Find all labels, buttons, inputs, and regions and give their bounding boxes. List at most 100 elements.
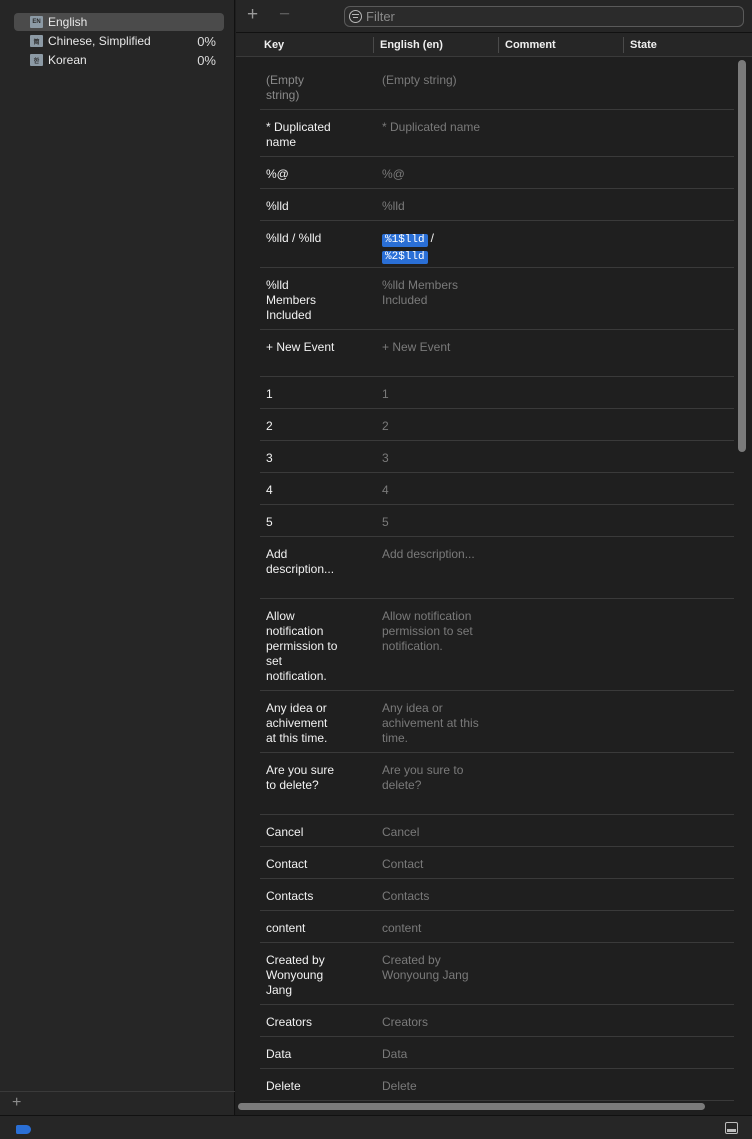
table-row[interactable]: content content	[260, 911, 734, 943]
row-key[interactable]: 1	[266, 387, 366, 402]
table-header: Key English (en) Comment State	[236, 33, 752, 57]
table-row[interactable]: %lld %lld	[260, 189, 734, 221]
row-key[interactable]: Add description...	[266, 547, 366, 577]
row-translation[interactable]: %@	[382, 167, 494, 182]
remove-key-button[interactable]: −	[279, 5, 290, 25]
row-key[interactable]: Creators	[266, 1015, 366, 1030]
row-translation[interactable]: 4	[382, 483, 494, 498]
row-key[interactable]: Data	[266, 1047, 366, 1062]
language-label: Korean	[48, 53, 87, 67]
row-translation[interactable]: Contacts	[382, 889, 494, 904]
row-translation[interactable]: 2	[382, 419, 494, 434]
table-row[interactable]: Created by Wonyoung Jang Created by Wonyo…	[260, 943, 734, 1005]
row-key[interactable]: * Duplicated name	[266, 120, 366, 150]
row-translation[interactable]: %lld	[382, 199, 494, 214]
language-percent: 0%	[197, 33, 216, 49]
vertical-scrollbar[interactable]	[738, 60, 746, 452]
row-key[interactable]: Any idea or achivement at this time.	[266, 701, 366, 746]
row-key[interactable]: Contact	[266, 857, 366, 872]
row-translation[interactable]: Creators	[382, 1015, 494, 1030]
table-row[interactable]: Contacts Contacts	[260, 879, 734, 911]
row-translation[interactable]: Created by Wonyoung Jang	[382, 953, 494, 983]
row-translation[interactable]: 1	[382, 387, 494, 402]
sidebar-item-english[interactable]: EN English	[14, 13, 224, 31]
row-key[interactable]: 3	[266, 451, 366, 466]
table-row[interactable]: 33	[260, 441, 734, 473]
row-key[interactable]: %lld	[266, 199, 366, 214]
row-key[interactable]: 5	[266, 515, 366, 530]
table-row[interactable]: %lld Members Included %lld Members Includ…	[260, 268, 734, 330]
column-header-comment[interactable]: Comment	[505, 39, 556, 51]
table-row[interactable]: %lld / %lld %1$lld / %2$lld	[260, 221, 734, 268]
flag-icon: EN	[30, 16, 43, 28]
filter-field[interactable]	[344, 6, 744, 27]
sidebar-item-korean[interactable]: 한 Korean 0%	[14, 51, 224, 69]
table-row[interactable]: * Duplicated name * Duplicated name	[260, 110, 734, 157]
format-token: %1$lld	[382, 234, 428, 247]
table-row[interactable]: Creators Creators	[260, 1005, 734, 1037]
row-translation[interactable]: 5	[382, 515, 494, 530]
row-key[interactable]: Allow notification permission to set not…	[266, 609, 366, 684]
row-key[interactable]: %lld Members Included	[266, 278, 366, 323]
sidebar-footer: +	[0, 1091, 235, 1115]
row-translation[interactable]: %1$lld / %2$lld	[382, 231, 494, 265]
row-translation[interactable]: * Duplicated name	[382, 120, 494, 135]
row-key[interactable]: 2	[266, 419, 366, 434]
add-key-button[interactable]: +	[247, 5, 258, 25]
row-translation[interactable]: Add description...	[382, 547, 494, 562]
row-translation[interactable]: (Empty string)	[382, 73, 494, 88]
table-row[interactable]: Cancel Cancel	[260, 815, 734, 847]
column-header-key[interactable]: Key	[264, 39, 284, 51]
table-row[interactable]: %@ %@	[260, 157, 734, 189]
column-header-english[interactable]: English (en)	[380, 39, 443, 51]
row-key[interactable]: Are you sure to delete?	[266, 763, 366, 793]
string-catalog-editor: + − Key English (en) Comment State (Empt…	[236, 0, 752, 1115]
column-divider[interactable]	[373, 37, 374, 53]
row-key[interactable]: Delete	[266, 1079, 366, 1094]
row-key[interactable]: %lld / %lld	[266, 231, 366, 246]
row-translation[interactable]: %lld Members Included	[382, 278, 494, 308]
row-translation[interactable]: Cancel	[382, 825, 494, 840]
row-translation[interactable]: Delete	[382, 1079, 494, 1094]
row-key[interactable]: content	[266, 921, 366, 936]
toggle-panel-icon[interactable]	[725, 1122, 738, 1134]
row-key[interactable]: %@	[266, 167, 366, 182]
table-row[interactable]: Data Data	[260, 1037, 734, 1069]
row-translation[interactable]: Allow notification permission to set not…	[382, 609, 494, 654]
source-control-badge[interactable]	[16, 1125, 31, 1134]
column-header-state[interactable]: State	[630, 39, 657, 51]
table-row[interactable]: (Empty string) (Empty string)	[260, 63, 734, 110]
row-translation[interactable]: Contact	[382, 857, 494, 872]
row-translation[interactable]: Any idea or achivement at this time.	[382, 701, 494, 746]
separator-text: /	[430, 231, 434, 245]
row-key[interactable]: 4	[266, 483, 366, 498]
horizontal-scrollbar[interactable]	[238, 1103, 705, 1110]
table-row[interactable]: Any idea or achivement at this time. Any …	[260, 691, 734, 753]
table-row[interactable]: + New Event + New Event	[260, 330, 734, 377]
table-row[interactable]: 11	[260, 377, 734, 409]
add-language-button[interactable]: +	[12, 1094, 21, 1112]
row-key[interactable]: (Empty string)	[266, 73, 366, 103]
table-row[interactable]: Add description... Add description...	[260, 537, 734, 599]
row-key[interactable]: Cancel	[266, 825, 366, 840]
column-divider[interactable]	[623, 37, 624, 53]
table-row[interactable]: Are you sure to delete? Are you sure to d…	[260, 753, 734, 815]
table-row[interactable]: Contact Contact	[260, 847, 734, 879]
sidebar-item-chinese-simplified[interactable]: 简 Chinese, Simplified 0%	[14, 32, 224, 50]
table-row[interactable]: Allow notification permission to set not…	[260, 599, 734, 691]
row-translation[interactable]: + New Event	[382, 340, 494, 355]
column-divider[interactable]	[498, 37, 499, 53]
row-key[interactable]: + New Event	[266, 340, 366, 355]
table-row[interactable]: 55	[260, 505, 734, 537]
row-translation[interactable]: content	[382, 921, 494, 936]
row-translation[interactable]: Data	[382, 1047, 494, 1062]
filter-input[interactable]	[366, 9, 726, 24]
row-key[interactable]: Contacts	[266, 889, 366, 904]
row-key[interactable]: Created by Wonyoung Jang	[266, 953, 366, 998]
table-row[interactable]: 22	[260, 409, 734, 441]
row-translation[interactable]: 3	[382, 451, 494, 466]
table-row[interactable]: Delete Delete	[260, 1069, 734, 1101]
row-translation[interactable]: Are you sure to delete?	[382, 763, 494, 793]
table-row[interactable]: 44	[260, 473, 734, 505]
language-sidebar: EN English 简 Chinese, Simplified 0% 한 Ko…	[0, 0, 235, 1115]
